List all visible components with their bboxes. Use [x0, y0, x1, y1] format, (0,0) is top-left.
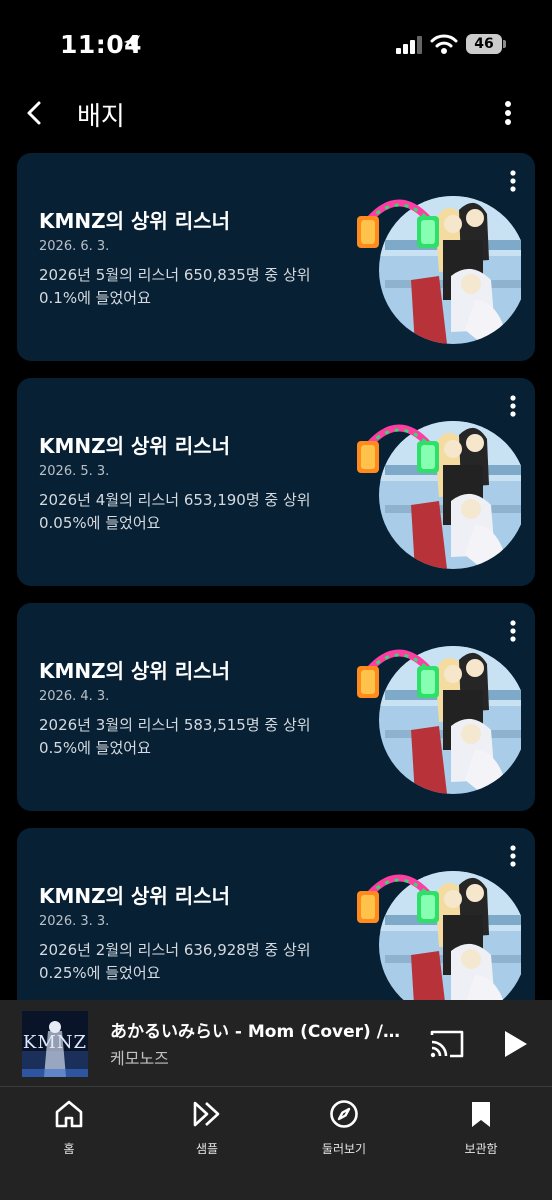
- nav-label: 보관함: [464, 1142, 498, 1156]
- badge-card[interactable]: KMNZ의 상위 리스너 2026. 4. 3. 2026년 3월의 리스너 5…: [17, 603, 535, 811]
- back-button[interactable]: [18, 96, 50, 130]
- song-artist[interactable]: 케모노즈: [110, 1045, 169, 1069]
- badge-card[interactable]: KMNZ의 상위 리스너 2026. 5. 3. 2026년 4월의 리스너 6…: [17, 378, 535, 586]
- nav-label: 둘러보기: [321, 1142, 367, 1156]
- top-bar: 배지: [0, 88, 552, 138]
- cellular-signal-icon: [396, 36, 422, 54]
- badge-date: 2026. 4. 3.: [39, 689, 110, 704]
- cast-icon[interactable]: [428, 1028, 466, 1060]
- badge-description: 2026년 3월의 리스너 583,515명 중 상위 0.5%에 들었어요: [39, 716, 311, 757]
- nav-item-samples[interactable]: 샘플: [162, 1097, 252, 1161]
- nav-label: 샘플: [195, 1142, 219, 1156]
- badge-date: 2026. 3. 3.: [39, 914, 110, 929]
- badge-description: 2026년 5월의 리스너 650,835명 중 상위 0.1%에 들었어요: [39, 266, 311, 307]
- badge-artwork: [357, 196, 521, 344]
- wifi-icon: [430, 34, 458, 54]
- nav-item-library[interactable]: 보관함: [436, 1097, 526, 1161]
- page-title: 배지: [77, 102, 125, 132]
- nav-item-explore[interactable]: 둘러보기: [299, 1097, 389, 1161]
- song-title[interactable]: あかるいみらい - Mom (Cover) / KMNZ LITA: [110, 1017, 400, 1042]
- badge-artwork: [357, 646, 521, 794]
- badge-artwork: [357, 871, 521, 1019]
- badge-title: KMNZ의 상위 리스너: [39, 434, 230, 458]
- badge-description: 2026년 4월의 리스너 653,190명 중 상위 0.05%에 들었어요: [39, 491, 311, 532]
- badge-date: 2026. 6. 3.: [39, 239, 110, 254]
- badge-description: 2026년 2월의 리스너 636,928명 중 상위 0.25%에 들었어요: [39, 941, 311, 982]
- battery-indicator: 46: [466, 34, 502, 54]
- play-icon[interactable]: [496, 1026, 532, 1062]
- samples-icon: [193, 1101, 220, 1127]
- chevron-left-icon: [27, 101, 41, 125]
- bottom-nav: 홈 샘플 둘러보기 보관함: [0, 1086, 552, 1200]
- more-vertical-icon: [505, 101, 511, 125]
- badge-title: KMNZ의 상위 리스너: [39, 884, 230, 908]
- battery-tip: [503, 40, 506, 48]
- more-options-button[interactable]: [494, 96, 522, 130]
- badge-artwork: [357, 421, 521, 569]
- badge-title: KMNZ의 상위 리스너: [39, 209, 230, 233]
- library-icon: [472, 1102, 490, 1127]
- mini-player[interactable]: KMNZ あかるいみらい - Mom (Cover) / KMNZ LITA 케…: [0, 1000, 552, 1086]
- nav-label: 홈: [63, 1142, 75, 1156]
- album-art-logo: KMNZ: [22, 1032, 88, 1053]
- location-arrow-icon: [124, 35, 140, 51]
- screen: 11:04 46 배지 KMNZ의 상위 리스너 2026. 6. 3. 202…: [0, 0, 552, 1200]
- status-bar: 11:04 46: [0, 0, 552, 90]
- badge-date: 2026. 5. 3.: [39, 464, 110, 479]
- home-icon: [55, 1100, 83, 1128]
- explore-icon: [330, 1100, 358, 1128]
- album-art[interactable]: KMNZ: [22, 1011, 88, 1077]
- badge-title: KMNZ의 상위 리스너: [39, 659, 230, 683]
- nav-item-home[interactable]: 홈: [24, 1097, 114, 1161]
- badge-card[interactable]: KMNZ의 상위 리스너 2026. 6. 3. 2026년 5월의 리스너 6…: [17, 153, 535, 361]
